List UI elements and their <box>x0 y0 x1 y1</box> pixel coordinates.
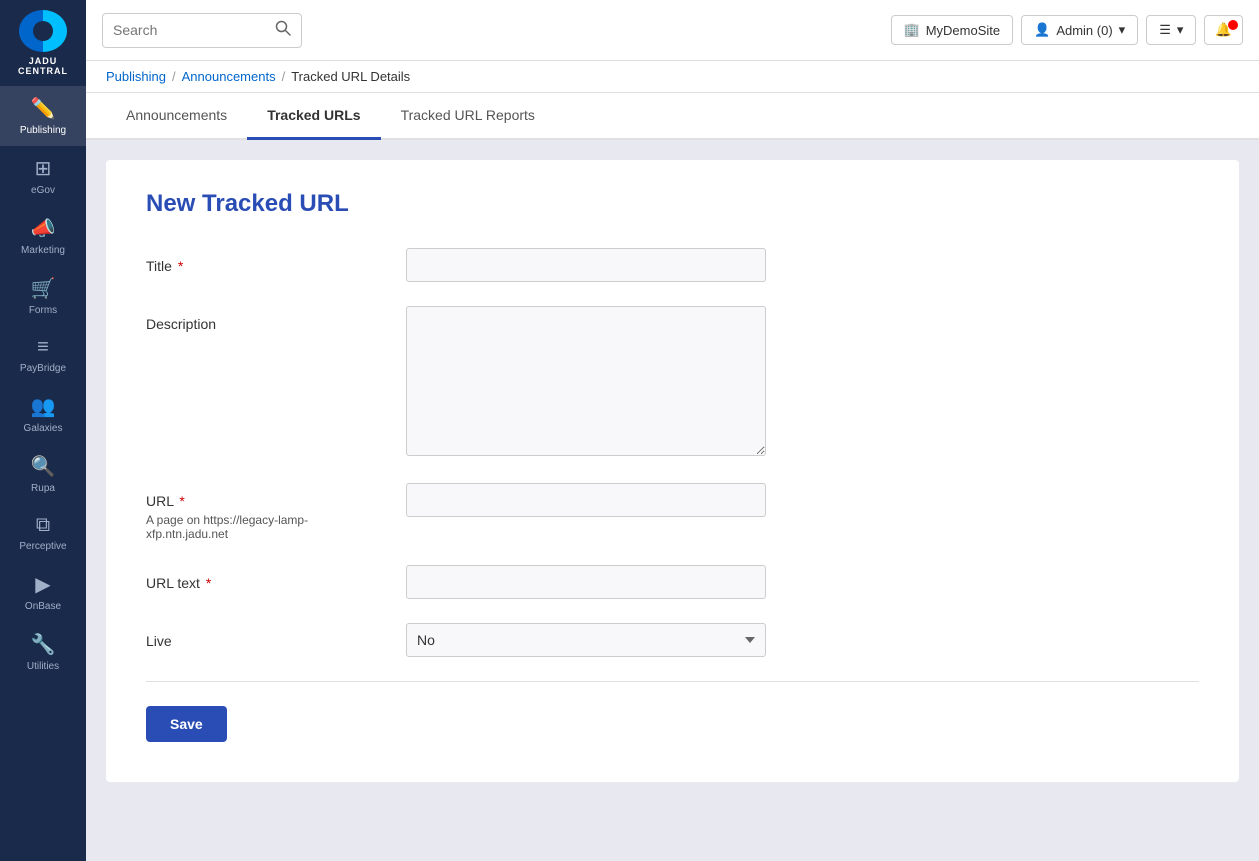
breadcrumb-current: Tracked URL Details <box>291 69 410 84</box>
menu-button[interactable]: ☰ ▾ <box>1146 15 1196 45</box>
tab-announcements[interactable]: Announcements <box>106 93 247 140</box>
sidebar-item-perceptive[interactable]: ⧉ Perceptive <box>0 504 86 562</box>
topbar-right: 🏢 MyDemoSite 👤 Admin (0) ▾ ☰ ▾ 🔔 <box>891 15 1243 45</box>
live-field: No Yes <box>406 623 766 657</box>
url-row: URL * A page on https://legacy-lamp-xfp.… <box>146 483 1199 541</box>
menu-icon: ☰ <box>1159 22 1171 38</box>
description-input[interactable] <box>406 306 766 456</box>
tabs-bar: Announcements Tracked URLs Tracked URL R… <box>86 93 1259 140</box>
content-area: New Tracked URL Title * Description <box>86 140 1259 861</box>
url-text-required: * <box>206 575 211 591</box>
sidebar-item-label: eGov <box>31 185 55 196</box>
breadcrumb-announcements[interactable]: Announcements <box>182 69 276 84</box>
url-input[interactable] <box>406 483 766 517</box>
title-label: Title * <box>146 248 386 274</box>
sidebar-item-label: Publishing <box>20 125 66 136</box>
live-label: Live <box>146 623 386 649</box>
admin-button[interactable]: 👤 Admin (0) ▾ <box>1021 15 1138 45</box>
rupa-icon: 🔍 <box>31 454 56 479</box>
chevron-down-icon: ▾ <box>1119 22 1126 38</box>
title-field <box>406 248 766 282</box>
topbar: 🏢 MyDemoSite 👤 Admin (0) ▾ ☰ ▾ 🔔 <box>86 0 1259 61</box>
sidebar-item-publishing[interactable]: ✏️ Publishing <box>0 86 86 146</box>
sidebar-item-onbase[interactable]: ▶ OnBase <box>0 562 86 622</box>
utilities-icon: 🔧 <box>31 632 56 657</box>
sidebar-item-rupa[interactable]: 🔍 Rupa <box>0 444 86 504</box>
notification-button[interactable]: 🔔 <box>1204 15 1243 45</box>
url-text-field <box>406 565 766 599</box>
sidebar-item-label: Marketing <box>21 245 65 256</box>
sidebar-item-label: Forms <box>29 305 57 316</box>
form-divider <box>146 681 1199 682</box>
form-card: New Tracked URL Title * Description <box>106 160 1239 782</box>
onbase-icon: ▶ <box>35 572 50 597</box>
tab-tracked-urls[interactable]: Tracked URLs <box>247 93 380 140</box>
sidebar: JADUCENTRAL ✏️ Publishing ⊞ eGov 📣 Marke… <box>0 0 86 861</box>
notification-badge <box>1228 20 1238 30</box>
url-text-input[interactable] <box>406 565 766 599</box>
sidebar-item-egov[interactable]: ⊞ eGov <box>0 146 86 206</box>
description-row: Description <box>146 306 1199 459</box>
title-required: * <box>178 258 183 274</box>
url-required: * <box>179 493 184 509</box>
main-area: 🏢 MyDemoSite 👤 Admin (0) ▾ ☰ ▾ 🔔 Publish… <box>86 0 1259 861</box>
description-field <box>406 306 766 459</box>
sidebar-item-marketing[interactable]: 📣 Marketing <box>0 206 86 266</box>
sidebar-item-forms[interactable]: 🛒 Forms <box>0 266 86 326</box>
breadcrumb-publishing[interactable]: Publishing <box>106 69 166 84</box>
paybridge-icon: ≡ <box>37 336 49 359</box>
galaxies-icon: 👥 <box>31 394 56 419</box>
sidebar-item-label: Utilities <box>27 661 59 672</box>
sidebar-item-label: Rupa <box>31 483 55 494</box>
url-text-row: URL text * <box>146 565 1199 599</box>
description-label: Description <box>146 306 386 332</box>
breadcrumb-sep1: / <box>172 69 176 84</box>
perceptive-icon: ⧉ <box>36 514 50 537</box>
chevron-down-icon2: ▾ <box>1177 22 1184 38</box>
live-row: Live No Yes <box>146 623 1199 657</box>
sidebar-item-label: Perceptive <box>19 541 66 552</box>
site-button[interactable]: 🏢 MyDemoSite <box>891 15 1014 45</box>
title-row: Title * <box>146 248 1199 282</box>
url-hint: A page on https://legacy-lamp-xfp.ntn.ja… <box>146 513 386 541</box>
publishing-icon: ✏️ <box>31 96 56 121</box>
logo-icon <box>19 10 67 52</box>
sidebar-item-paybridge[interactable]: ≡ PayBridge <box>0 326 86 384</box>
site-icon: 🏢 <box>904 22 920 38</box>
sidebar-item-label: OnBase <box>25 601 61 612</box>
forms-icon: 🛒 <box>31 276 56 301</box>
title-input[interactable] <box>406 248 766 282</box>
live-select[interactable]: No Yes <box>406 623 766 657</box>
logo-text: JADUCENTRAL <box>18 56 68 76</box>
sidebar-item-galaxies[interactable]: 👥 Galaxies <box>0 384 86 444</box>
sidebar-item-label: PayBridge <box>20 363 66 374</box>
url-text-label-container: URL text * <box>146 565 386 591</box>
breadcrumb-sep2: / <box>282 69 286 84</box>
breadcrumb: Publishing / Announcements / Tracked URL… <box>86 61 1259 93</box>
tab-tracked-url-reports[interactable]: Tracked URL Reports <box>381 93 555 140</box>
url-field <box>406 483 766 517</box>
search-box[interactable] <box>102 13 302 48</box>
logo: JADUCENTRAL <box>0 0 86 86</box>
sidebar-item-label: Galaxies <box>24 423 63 434</box>
search-input[interactable] <box>113 22 267 38</box>
marketing-icon: 📣 <box>31 216 56 241</box>
admin-icon: 👤 <box>1034 22 1050 38</box>
admin-label: Admin (0) <box>1056 23 1112 38</box>
site-name: MyDemoSite <box>926 23 1000 38</box>
save-button[interactable]: Save <box>146 706 227 742</box>
egov-icon: ⊞ <box>35 156 52 181</box>
sidebar-item-utilities[interactable]: 🔧 Utilities <box>0 622 86 682</box>
url-label-container: URL * A page on https://legacy-lamp-xfp.… <box>146 483 386 541</box>
search-icon[interactable] <box>275 20 291 41</box>
form-title: New Tracked URL <box>146 190 1199 218</box>
